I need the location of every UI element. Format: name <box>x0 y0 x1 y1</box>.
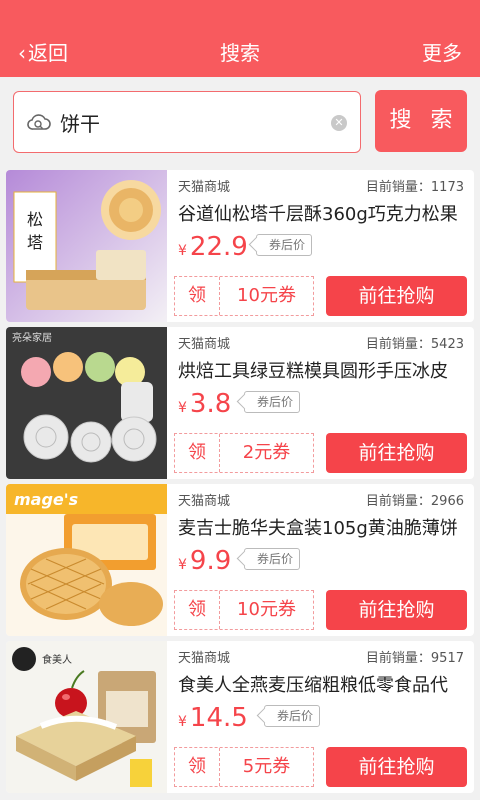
chevron-left-icon: ‹ <box>18 41 26 65</box>
buy-now-button[interactable]: 前往抢购 <box>326 433 467 473</box>
after-coupon-tag: 券后价 <box>244 391 301 413</box>
coupon-amount: 10元券 <box>237 285 296 306</box>
back-label: 返回 <box>28 41 68 65</box>
shop-name: 天猫商城 <box>178 180 231 195</box>
coupon-button[interactable]: 领 2元券 <box>174 433 314 473</box>
product-card[interactable]: 亮朵家居 天猫商城 目前销量：5423 烘焙工具绿豆糕模具圆形手压冰皮 ¥ 3.… <box>6 327 474 479</box>
currency-symbol: ¥ <box>178 243 187 259</box>
search-button[interactable]: 搜 索 <box>375 90 467 152</box>
buy-now-button[interactable]: 前往抢购 <box>326 747 467 787</box>
page-title-wrap: 搜索 <box>0 40 480 66</box>
coupon-claim-label: 领 <box>175 748 220 786</box>
product-price: ¥ 9.9 <box>178 546 231 576</box>
brand-logo: mage's <box>14 490 78 509</box>
price-value: 14.5 <box>189 703 248 733</box>
svg-text:塔: 塔 <box>27 233 43 252</box>
product-card[interactable]: 食美人 天猫商城 目前销量：9517 食美人全燕麦压缩粗粮低零食品代 ¥ 14.… <box>6 641 474 793</box>
coupon-amount: 2元券 <box>242 442 291 463</box>
product-name[interactable]: 谷道仙松塔千层酥360g巧克力松果 <box>178 200 468 226</box>
shop-name: 天猫商城 <box>178 337 231 352</box>
buy-now-button[interactable]: 前往抢购 <box>326 276 467 316</box>
sales-count: 目前销量：1173 <box>365 180 464 195</box>
product-image[interactable]: 松 塔 <box>6 170 167 322</box>
product-card[interactable]: 松 塔 天猫商城 目前销量：1173 谷道仙松塔千层酥360g巧克力松果 ¥ 2… <box>6 170 474 322</box>
currency-symbol: ¥ <box>178 714 187 730</box>
buy-now-button[interactable]: 前往抢购 <box>326 590 467 630</box>
product-price: ¥ 3.8 <box>178 389 231 419</box>
after-coupon-tag: 券后价 <box>256 234 313 256</box>
cloud-search-icon <box>27 114 51 130</box>
svg-text:松: 松 <box>27 210 43 229</box>
currency-symbol: ¥ <box>178 400 187 416</box>
after-coupon-tag: 券后价 <box>244 548 301 570</box>
search-row: ✕ 搜 索 <box>0 77 480 162</box>
price-value: 3.8 <box>189 389 232 419</box>
product-image[interactable]: 亮朵家居 <box>6 327 167 479</box>
back-button[interactable]: ‹ 返回 <box>18 40 68 66</box>
search-box[interactable]: ✕ <box>13 91 361 153</box>
product-image[interactable]: mage's <box>6 484 167 636</box>
brand-logo: 食美人 <box>42 653 72 666</box>
coupon-claim-label: 领 <box>175 277 220 315</box>
price-value: 9.9 <box>189 546 232 576</box>
coupon-button[interactable]: 领 10元券 <box>174 590 314 630</box>
product-name[interactable]: 烘焙工具绿豆糕模具圆形手压冰皮 <box>178 357 468 383</box>
coupon-amount: 5元券 <box>242 756 291 777</box>
product-card[interactable]: mage's 天猫商城 目前销量：2966 麦吉士脆华夫盒装105g黄油脆薄饼 … <box>6 484 474 636</box>
product-name[interactable]: 食美人全燕麦压缩粗粮低零食品代 <box>178 671 468 697</box>
sales-count: 目前销量：9517 <box>365 651 464 666</box>
sales-count: 目前销量：5423 <box>365 337 464 352</box>
shop-name: 天猫商城 <box>178 494 231 509</box>
more-button[interactable]: 更多 <box>422 40 462 66</box>
product-price: ¥ 22.9 <box>178 232 248 262</box>
after-coupon-tag: 券后价 <box>264 705 321 727</box>
search-input[interactable] <box>60 106 330 138</box>
coupon-claim-label: 领 <box>175 591 220 629</box>
currency-symbol: ¥ <box>178 557 187 573</box>
coupon-claim-label: 领 <box>175 434 220 472</box>
product-image[interactable]: 食美人 <box>6 641 167 793</box>
sales-count: 目前销量：2966 <box>365 494 464 509</box>
product-price: ¥ 14.5 <box>178 703 248 733</box>
clear-input-icon[interactable]: ✕ <box>331 115 347 131</box>
coupon-amount: 10元券 <box>237 599 296 620</box>
product-name[interactable]: 麦吉士脆华夫盒装105g黄油脆薄饼 <box>178 514 468 540</box>
price-value: 22.9 <box>189 232 248 262</box>
shop-name: 天猫商城 <box>178 651 231 666</box>
coupon-button[interactable]: 领 5元券 <box>174 747 314 787</box>
top-nav-bar: ‹ 返回 搜索 更多 <box>0 0 480 77</box>
page-title: 搜索 <box>220 41 260 65</box>
coupon-button[interactable]: 领 10元券 <box>174 276 314 316</box>
image-watermark: 亮朵家居 <box>12 331 52 344</box>
